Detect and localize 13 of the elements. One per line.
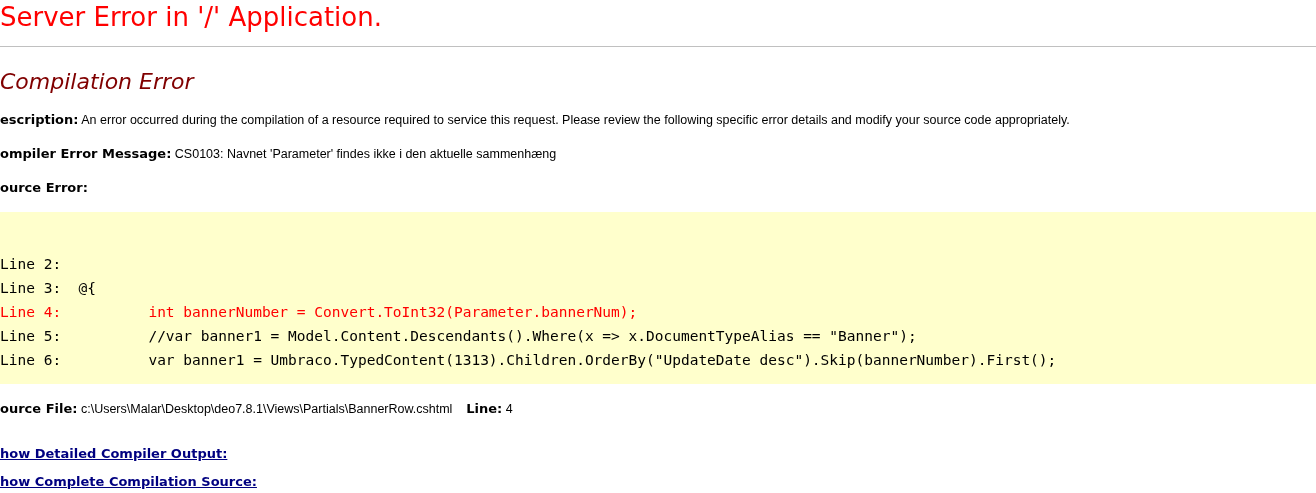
source-file-info: ource File: c:\Users\Malar\Desktop\deo7.8.1\Views\Partials\BannerRow.cshtml Line: 4 [0, 400, 514, 418]
page-title: Server Error in '/' Application. [0, 1, 383, 34]
source-code-line: Line 5: //var banner1 = Model.Content.Descendants().Where(x => x.DocumentTypeAlias == "Banner"); [0, 327, 918, 346]
source-code-line: Line 3: @{ [0, 279, 98, 298]
source-code-line: Line 2: [0, 255, 63, 274]
error-detail: ource Error: [0, 179, 89, 197]
source-code-line: Line 4: int bannerNumber = Convert.ToInt32(Parameter.bannerNum); [0, 303, 639, 322]
source-code-line: Line 6: var banner1 = Umbraco.TypedContent(1313).Children.OrderBy("UpdateDate desc").Skip(bannerNumber).First(); [0, 351, 1058, 370]
error-detail: ompiler Error Message: CS0103: Navnet 'Parameter' findes ikke i den aktuelle sammenhæng [0, 145, 558, 163]
toggle-link[interactable]: how Complete Compilation Source: [0, 474, 257, 490]
toggle-link[interactable]: how Detailed Compiler Output: [0, 446, 228, 462]
error-detail: escription: An error occurred during the compilation of a resource required to service this request. Please review the following specific error details and modify your source code appropriately. [0, 111, 1071, 129]
error-heading: Compilation Error [0, 68, 196, 96]
